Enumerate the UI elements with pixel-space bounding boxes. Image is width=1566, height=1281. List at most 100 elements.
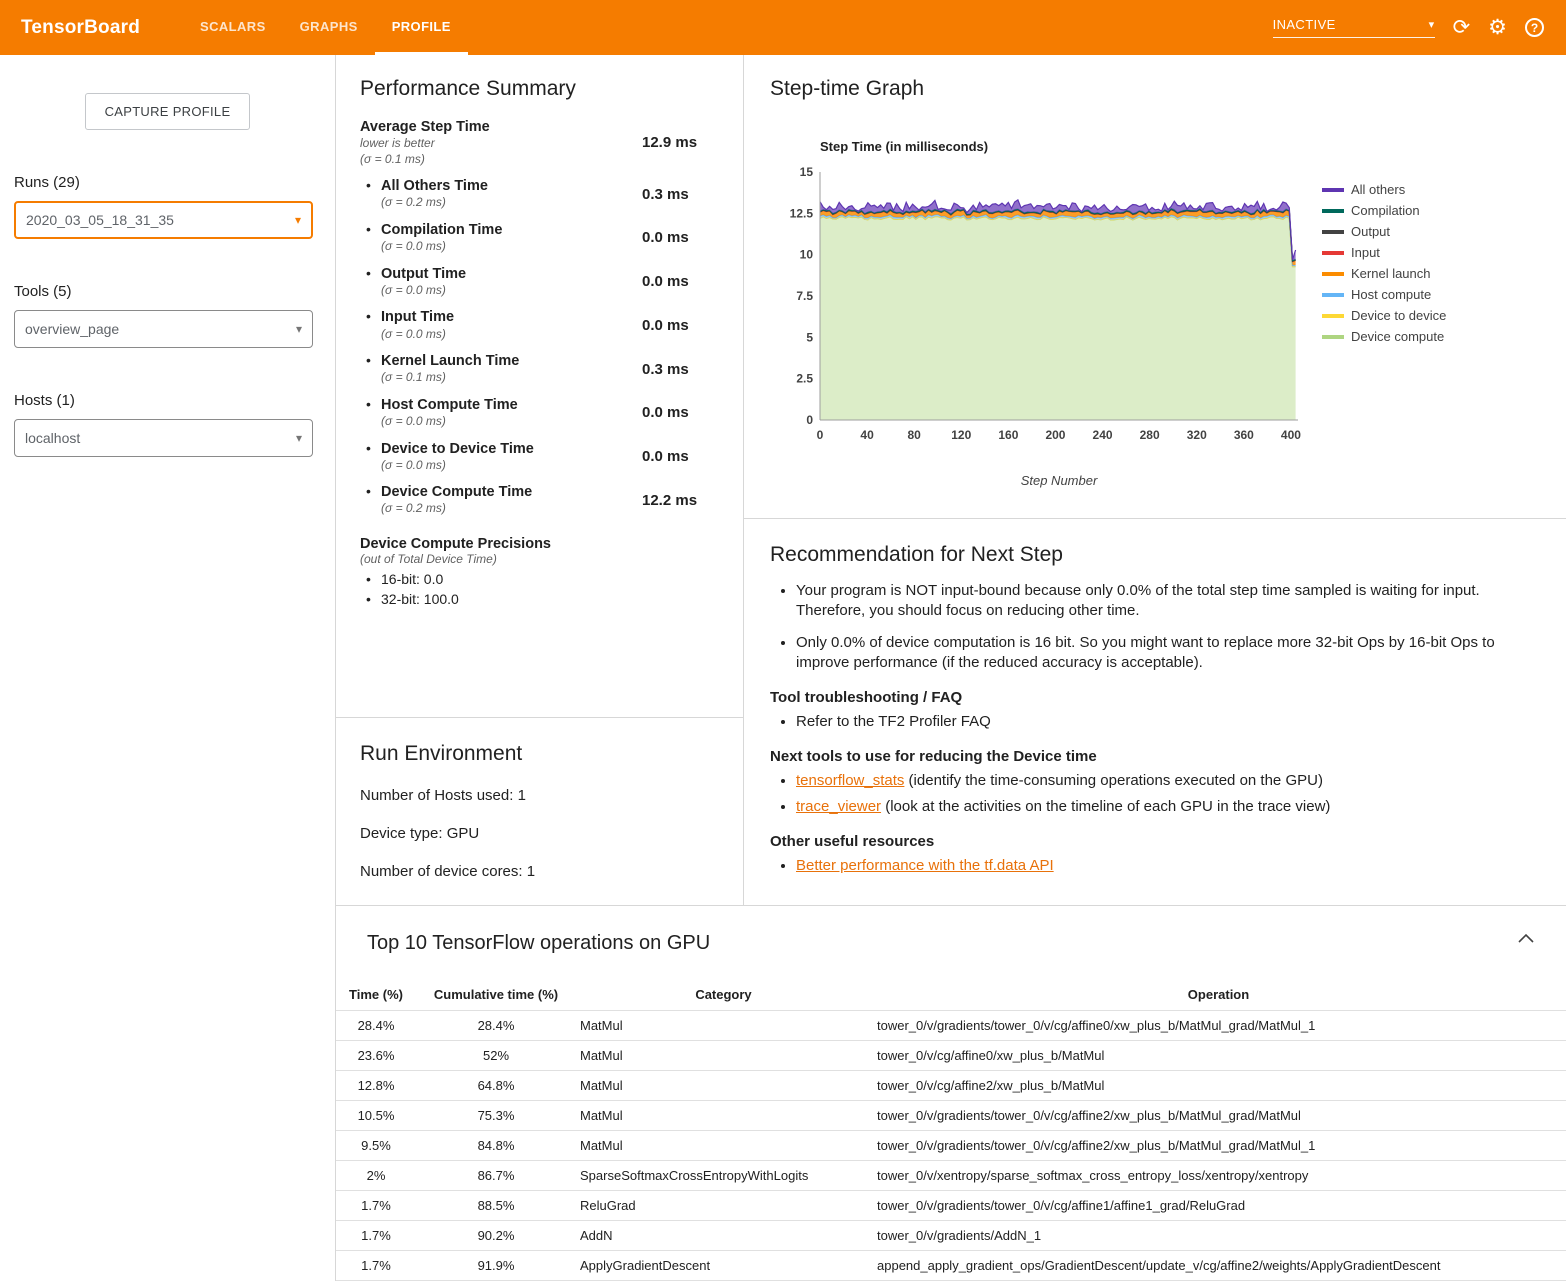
run-environment-panel: Run Environment Number of Hosts used: 1 …: [336, 718, 743, 904]
tool-link-item: tensorflow_stats (identify the time-cons…: [796, 771, 1540, 791]
next-tools-heading: Next tools to use for reducing the Devic…: [770, 748, 1540, 765]
recommendation-panel: Recommendation for Next Step Your progra…: [744, 519, 1566, 905]
reload-status-select[interactable]: INACTIVE ▾: [1273, 17, 1435, 38]
hosts-group: Hosts (1) localhost ▾: [14, 392, 313, 457]
cumulative-pct: 52%: [416, 1041, 576, 1071]
chevron-down-icon: ▾: [296, 431, 302, 445]
ops-table-row: 23.6%52%MatMultower_0/v/cg/affine0/xw_pl…: [336, 1041, 1566, 1071]
step-time-graph-panel: Step-time Graph Step Time (in millisecon…: [744, 55, 1566, 519]
capture-profile-button[interactable]: CAPTURE PROFILE: [85, 93, 251, 130]
legend-item: Output: [1322, 221, 1446, 242]
legend-label: Host compute: [1351, 287, 1431, 302]
refresh-icon[interactable]: ⟳: [1453, 17, 1471, 38]
main-area: Performance Summary Average Step Timelow…: [335, 55, 1566, 1281]
metric-value: 0.0 ms: [642, 448, 689, 465]
chart-x-axis-label: Step Number: [778, 473, 1308, 488]
tool-link-desc: (look at the activities on the timeline …: [881, 798, 1330, 815]
svg-text:200: 200: [1045, 428, 1065, 442]
legend-swatch-icon: [1322, 335, 1344, 339]
metric-value: 0.0 ms: [642, 317, 689, 334]
runs-select[interactable]: 2020_03_05_18_31_35 ▾: [14, 201, 313, 239]
legend-label: Compilation: [1351, 203, 1420, 218]
left-column: Performance Summary Average Step Timelow…: [336, 55, 744, 905]
device-cores: Number of device cores: 1: [360, 863, 719, 880]
app-title: TensorBoard: [0, 17, 158, 39]
svg-text:160: 160: [998, 428, 1018, 442]
operation: tower_0/v/gradients/tower_0/v/cg/affine2…: [871, 1131, 1566, 1161]
svg-text:5: 5: [806, 330, 813, 344]
trace-viewer-link[interactable]: trace_viewer: [796, 798, 881, 815]
col-cumulative-pct: Cumulative time (%): [416, 979, 576, 1011]
operation: append_apply_gradient_ops/GradientDescen…: [871, 1251, 1566, 1281]
gear-icon[interactable]: ⚙: [1488, 17, 1507, 38]
reload-status-value: INACTIVE: [1273, 17, 1336, 32]
tools-select[interactable]: overview_page ▾: [14, 310, 313, 348]
metric-row: Host Compute Time(σ = 0.0 ms)0.0 ms: [360, 391, 719, 435]
cumulative-pct: 28.4%: [416, 1011, 576, 1041]
category: MatMul: [576, 1041, 871, 1071]
header-controls: INACTIVE ▾ ⟳ ⚙ ?: [1273, 17, 1566, 38]
legend-item: Device compute: [1322, 326, 1446, 347]
metric-value: 0.3 ms: [642, 361, 689, 378]
tab-profile[interactable]: PROFILE: [375, 0, 468, 55]
help-icon[interactable]: ?: [1525, 18, 1544, 37]
hosts-select-value: localhost: [25, 430, 80, 446]
svg-text:280: 280: [1140, 428, 1160, 442]
recommendation-title: Recommendation for Next Step: [770, 543, 1540, 567]
chevron-down-icon: ▾: [296, 322, 302, 336]
operation: tower_0/v/gradients/tower_0/v/cg/affine2…: [871, 1101, 1566, 1131]
category: ReluGrad: [576, 1191, 871, 1221]
svg-text:12.5: 12.5: [790, 206, 814, 220]
hosts-select[interactable]: localhost ▾: [14, 419, 313, 457]
cumulative-pct: 84.8%: [416, 1131, 576, 1161]
time-pct: 28.4%: [336, 1011, 416, 1041]
category: AddN: [576, 1221, 871, 1251]
time-pct: 9.5%: [336, 1131, 416, 1161]
legend-item: Input: [1322, 242, 1446, 263]
time-pct: 23.6%: [336, 1041, 416, 1071]
cumulative-pct: 88.5%: [416, 1191, 576, 1221]
tools-group: Tools (5) overview_page ▾: [14, 283, 313, 348]
svg-text:320: 320: [1187, 428, 1207, 442]
legend-swatch-icon: [1322, 188, 1344, 192]
legend-label: Output: [1351, 224, 1390, 239]
metric-row: Compilation Time(σ = 0.0 ms)0.0 ms: [360, 216, 719, 260]
svg-text:15: 15: [800, 165, 814, 179]
category: MatMul: [576, 1131, 871, 1161]
tools-label: Tools (5): [14, 283, 313, 300]
faq-item: Refer to the TF2 Profiler FAQ: [796, 712, 1540, 732]
runs-select-value: 2020_03_05_18_31_35: [26, 212, 174, 228]
time-pct: 1.7%: [336, 1221, 416, 1251]
recommendation-bullet: Only 0.0% of device computation is 16 bi…: [796, 633, 1540, 674]
top-ops-table: Time (%) Cumulative time (%) Category Op…: [336, 979, 1566, 1281]
svg-text:80: 80: [908, 428, 922, 442]
chevron-down-icon: ▾: [1429, 18, 1435, 31]
tfdata-performance-link[interactable]: Better performance with the tf.data API: [796, 857, 1054, 874]
tab-scalars[interactable]: SCALARS: [183, 0, 283, 55]
metric-row: All Others Time(σ = 0.2 ms)0.3 ms: [360, 172, 719, 216]
legend-swatch-icon: [1322, 272, 1344, 276]
cumulative-pct: 90.2%: [416, 1221, 576, 1251]
legend-swatch-icon: [1322, 209, 1344, 213]
chart-legend: All others Compilation Output Input Kernel l…: [1322, 179, 1446, 488]
svg-text:0: 0: [806, 413, 813, 427]
step-time-chart: 02.557.51012.515040801201602002402803203…: [778, 164, 1308, 456]
legend-label: Input: [1351, 245, 1380, 260]
tab-graphs[interactable]: GRAPHS: [283, 0, 375, 55]
legend-item: Kernel launch: [1322, 263, 1446, 284]
svg-text:10: 10: [800, 248, 814, 262]
legend-item: Device to device: [1322, 305, 1446, 326]
metric-value: 0.0 ms: [642, 404, 689, 421]
svg-text:400: 400: [1281, 428, 1301, 442]
operation: tower_0/v/xentropy/sparse_softmax_cross_…: [871, 1161, 1566, 1191]
runs-group: Runs (29) 2020_03_05_18_31_35 ▾: [14, 174, 313, 239]
hosts-label: Hosts (1): [14, 392, 313, 409]
metric-row: Device to Device Time(σ = 0.0 ms)0.0 ms: [360, 435, 719, 479]
category: ApplyGradientDescent: [576, 1251, 871, 1281]
collapse-chevron-up-icon[interactable]: [1518, 930, 1534, 948]
tensorflow-stats-link[interactable]: tensorflow_stats: [796, 772, 904, 789]
operation: tower_0/v/cg/affine0/xw_plus_b/MatMul: [871, 1041, 1566, 1071]
cumulative-pct: 75.3%: [416, 1101, 576, 1131]
recommendation-bullet: Your program is NOT input-bound because …: [796, 581, 1540, 622]
legend-label: All others: [1351, 182, 1405, 197]
